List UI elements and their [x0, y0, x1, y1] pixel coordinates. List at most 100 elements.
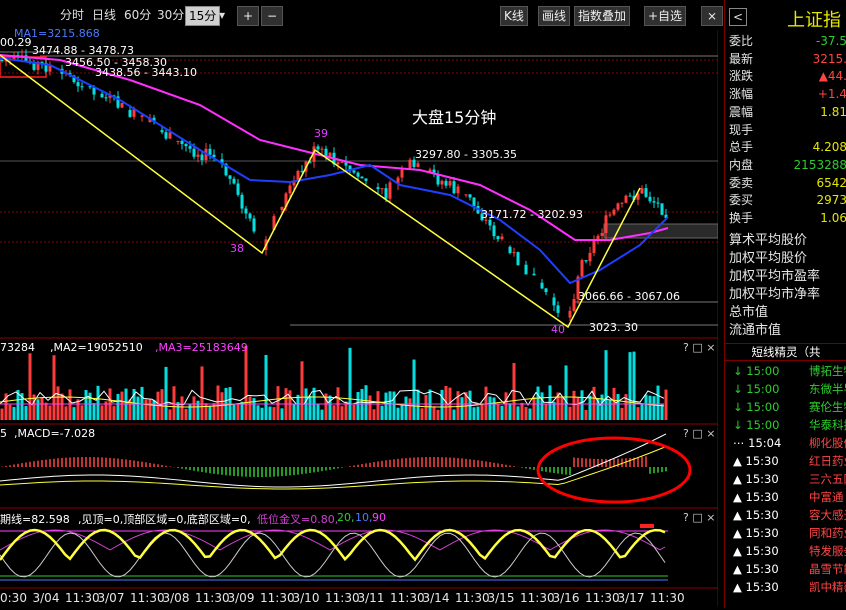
volume-bar [428, 389, 432, 420]
feed-item[interactable]: ▲ 15:30 特发服务 [729, 542, 846, 560]
volume-bar [268, 406, 272, 420]
quote-value: ▲44. [818, 69, 846, 84]
x-axis-tick-label: 11:30 [260, 591, 295, 605]
tab-intraday[interactable]: 分时 [57, 6, 87, 24]
feed-item[interactable]: ▲ 15:30 中富通 [729, 488, 846, 506]
volume-bar [620, 407, 624, 420]
feed-item[interactable]: ▲ 15:30 三六五网 [729, 470, 846, 488]
macd-panel-controls[interactable]: ? □ × [683, 427, 715, 440]
tab-15min[interactable]: 15分 [185, 6, 221, 26]
candle-body [128, 109, 132, 117]
range-label-3: 3438.56 - 3443.10 [95, 66, 197, 79]
candle-body [628, 195, 632, 197]
feed-item[interactable]: ↓ 15:00 赛伦生物 [729, 398, 846, 416]
candle-body [500, 236, 504, 240]
feed-stock-name: 容大感光 [809, 508, 846, 522]
volume-bar [440, 389, 444, 420]
zoom-out-button[interactable]: − [261, 6, 283, 26]
quote-key: 委卖 [729, 175, 754, 190]
feed-time: ⋯ 15:04 [733, 436, 782, 450]
feed-item[interactable]: ⋯ 15:04 柳化股份 [729, 434, 846, 452]
feed-stock-name: 赛伦生物 [809, 400, 846, 414]
candle-body [660, 203, 664, 215]
feed-item[interactable]: ▲ 15:30 凯中精密 [729, 578, 846, 596]
volume-bar [500, 405, 504, 420]
candle-body [592, 239, 596, 253]
candle-body [176, 140, 180, 142]
tab-30min[interactable]: 30分 [154, 6, 187, 24]
feed-item[interactable]: ▲ 15:30 红日药业 [729, 452, 846, 470]
volume-bar [332, 405, 336, 420]
feed-item[interactable]: ↓ 15:00 东微半导 [729, 380, 846, 398]
volume-bar [248, 396, 252, 420]
candle-body [240, 194, 244, 209]
index-name: 上证指 [787, 10, 841, 31]
volume-bar [488, 396, 492, 420]
feed-item[interactable]: ▲ 15:30 同和药业 [729, 524, 846, 542]
volume-bar [120, 391, 124, 420]
quote-row: 委卖 6542 [729, 175, 846, 192]
index-info-row: 流通市值 [729, 323, 782, 338]
volume-bar [340, 406, 344, 420]
candle-body [364, 178, 368, 181]
zoom-in-button[interactable]: + [237, 6, 259, 26]
feed-time: ↓ 15:00 [733, 364, 780, 378]
candle-body [620, 202, 624, 204]
quote-row: 委比 -37.5 [729, 33, 846, 50]
candle-body [600, 233, 604, 236]
chart-annotation-title: 大盘15分钟 [412, 108, 497, 127]
candle-body [532, 273, 536, 276]
volume-bar [592, 386, 596, 420]
volume-bar [236, 404, 240, 420]
tab-60min[interactable]: 60分 [121, 6, 154, 24]
draw-line-button[interactable]: 画线 [538, 6, 571, 26]
feed-item[interactable]: ▲ 15:30 晶雪节能 [729, 560, 846, 578]
candle-body [544, 288, 548, 293]
volume-bar [136, 396, 140, 420]
candle-body [252, 218, 256, 232]
x-axis-tick-label: 11:30 [130, 591, 165, 605]
volume-bar [0, 408, 4, 420]
index-info-row: 加权平均市盈率 [729, 269, 821, 284]
candle-body [540, 282, 544, 289]
period-dropdown-icon[interactable]: ▾ [216, 6, 236, 24]
index-overlay-button[interactable]: 指数叠加 [574, 6, 631, 26]
volume-panel-controls[interactable]: ? □ × [683, 341, 715, 354]
volume-bar [244, 345, 248, 420]
candle-body [76, 82, 80, 87]
feed-header[interactable]: 短线精灵（共 [725, 343, 846, 361]
feed-item[interactable]: ▲ 15:30 容大感光 [729, 506, 846, 524]
candle-body [0, 60, 4, 61]
volume-bar [152, 399, 156, 420]
candle-body [356, 172, 360, 177]
volume-bar [96, 385, 100, 420]
volume-bar [460, 397, 464, 420]
volume-bar [628, 352, 632, 420]
volume-bar [348, 347, 352, 420]
tab-daily[interactable]: 日线 [89, 6, 119, 24]
volume-ma3-label: ,MA3=25183649 [155, 341, 248, 354]
close-icon[interactable]: ⨯ [701, 6, 723, 26]
volume-bar [564, 365, 568, 420]
indicator-panel-controls[interactable]: ? □ × [683, 511, 715, 524]
candle-body [456, 186, 460, 194]
feed-item[interactable]: ↓ 15:00 华泰科技 [729, 416, 846, 434]
volume-bar [632, 351, 636, 420]
x-axis-tick-label: 11:30 [325, 591, 360, 605]
highlight-circle [536, 436, 692, 504]
quote-key: 换手 [729, 211, 754, 225]
candle-body [140, 115, 144, 117]
candle-body [180, 140, 184, 145]
kline-button[interactable]: K线 [500, 6, 528, 26]
volume-bar [496, 404, 500, 420]
add-watchlist-button[interactable]: +自选 [644, 6, 687, 26]
volume-bar [68, 389, 72, 420]
volume-bar [48, 405, 52, 420]
feed-item[interactable]: ↓ 15:00 博拓生物 [729, 362, 846, 380]
quote-row: 内盘 2153288 [729, 157, 846, 174]
range-label-5: 3171.72 - 3202.93 [481, 208, 583, 221]
quote-row: 最新 3215. [729, 51, 846, 68]
x-axis-tick-label: 3/15 [487, 591, 515, 605]
volume-bar [8, 404, 12, 420]
back-icon[interactable]: < [729, 8, 747, 26]
